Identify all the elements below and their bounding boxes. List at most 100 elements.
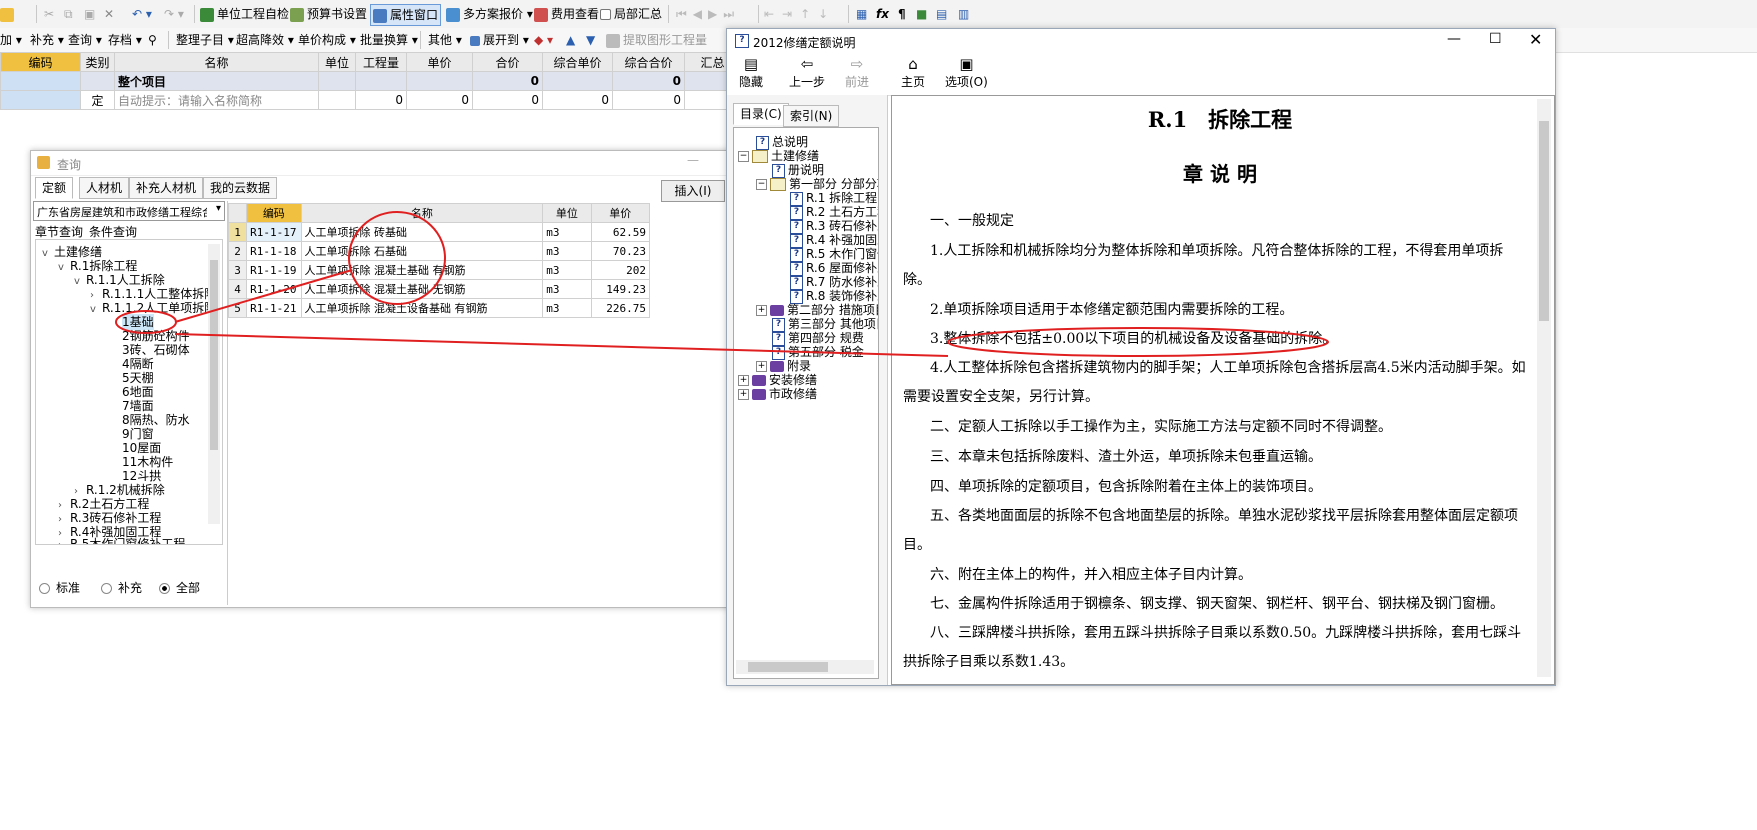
- table-row[interactable]: 1 R1-1-17 人工单项拆除 砖基础 m3 62.59: [227, 222, 651, 242]
- move-down-icon[interactable]: ▼: [586, 30, 595, 50]
- table-row[interactable]: 4 R1-1-20 人工单项拆除 混凝土基础 无钢筋 m3 149.23: [227, 279, 651, 299]
- tab-quota[interactable]: 定额: [35, 177, 74, 199]
- name-cell[interactable]: 人工单项拆除 石基础: [300, 241, 544, 261]
- price-cell[interactable]: 149.23: [590, 279, 651, 299]
- paragraph-icon[interactable]: ¶: [898, 4, 906, 24]
- grid-header[interactable]: 工程量: [355, 52, 407, 72]
- maximize-icon[interactable]: ☐: [1489, 31, 1502, 47]
- tab-labor-material[interactable]: 人材机: [79, 177, 130, 199]
- name-cell[interactable]: 人工单项拆除 砖基础: [300, 222, 544, 242]
- delete-icon[interactable]: ✕: [104, 4, 114, 24]
- tab-index[interactable]: 索引(N): [783, 105, 840, 127]
- code-cell[interactable]: R1-1-19: [246, 260, 302, 280]
- grid-header[interactable]: 编码: [0, 52, 81, 72]
- fill-color-icon[interactable]: ◆ ▾: [534, 30, 553, 50]
- qty-cell[interactable]: 0: [355, 90, 407, 110]
- batch-convert-button[interactable]: 批量换算 ▾: [360, 30, 418, 50]
- toc-scroll-thumb[interactable]: [748, 662, 828, 672]
- organize-button[interactable]: 整理子目 ▾: [176, 30, 234, 50]
- unit-cell[interactable]: m3: [542, 279, 592, 299]
- back-button[interactable]: ⇦ 上一步: [789, 55, 825, 90]
- price-cell[interactable]: 62.59: [590, 222, 651, 242]
- tab-contents[interactable]: 目录(C): [733, 103, 789, 125]
- results-header[interactable]: 名称: [300, 203, 544, 223]
- copy-icon[interactable]: ⧉: [64, 4, 73, 24]
- close-icon[interactable]: ✕: [1529, 30, 1542, 49]
- results-header[interactable]: 单价: [590, 203, 651, 223]
- table-row[interactable]: 3 R1-1-19 人工单项拆除 混凝土基础 有钢筋 m3 202: [227, 260, 651, 280]
- code-cell[interactable]: R1-1-18: [246, 241, 302, 261]
- code-cell[interactable]: R1-1-21: [246, 298, 302, 318]
- insert-button[interactable]: 插入(I): [661, 180, 725, 202]
- name-cell[interactable]: 人工单项拆除 混凝土基础 无钢筋: [300, 279, 544, 299]
- extract-quantity-button[interactable]: 提取图形工程量: [606, 30, 707, 50]
- results-header[interactable]: 编码: [246, 203, 302, 223]
- move-arrows-icon[interactable]: ⇤⇥↑↓: [764, 4, 836, 24]
- nav-first-icon[interactable]: ⏮◀▶⏭: [676, 4, 740, 24]
- table-row[interactable]: 整个项目 0 0: [0, 71, 741, 91]
- add-button[interactable]: 加 ▾: [0, 30, 22, 50]
- multi-quote-button[interactable]: 多方案报价 ▾: [446, 4, 533, 24]
- options-button[interactable]: ▣ 选项(O): [945, 55, 988, 90]
- grid-header[interactable]: 综合合价: [612, 52, 685, 72]
- price-cell[interactable]: 226.75: [590, 298, 651, 318]
- move-up-icon[interactable]: ▲: [566, 30, 575, 50]
- grid-header[interactable]: 单位: [318, 52, 356, 72]
- grid-header[interactable]: 综合单价: [542, 52, 613, 72]
- properties-window-button[interactable]: 属性窗口: [370, 4, 442, 26]
- price-cell[interactable]: 70.23: [590, 241, 651, 261]
- code-cell[interactable]: R1-1-17: [246, 222, 302, 242]
- radio-supplement[interactable]: 补充: [101, 579, 142, 596]
- tree-node[interactable]: ›R.5木作门窗修补工程: [58, 536, 185, 544]
- paste-icon[interactable]: ▣: [84, 4, 95, 24]
- radio-standard[interactable]: 标准: [39, 579, 80, 596]
- partial-summary-checkbox[interactable]: 局部汇总: [600, 4, 662, 24]
- results-header[interactable]: 单位: [542, 203, 592, 223]
- price-cell[interactable]: 0: [406, 90, 473, 110]
- home-button[interactable]: ⌂ 主页: [901, 55, 925, 90]
- other-button[interactable]: 其他 ▾: [428, 30, 462, 50]
- expand-to-button[interactable]: 展开到 ▾: [470, 30, 529, 50]
- formula-icon[interactable]: fx: [876, 4, 889, 24]
- unit-cell[interactable]: m3: [542, 298, 592, 318]
- minimize-icon[interactable]: —: [687, 153, 699, 167]
- redo-icon[interactable]: ↷ ▾: [164, 4, 184, 24]
- code-cell[interactable]: R1-1-20: [246, 279, 302, 299]
- cube-icon[interactable]: ■: [916, 4, 927, 24]
- unit-cell[interactable]: m3: [542, 260, 592, 280]
- grid-header[interactable]: 类别: [80, 52, 115, 72]
- price-cell[interactable]: 202: [590, 260, 651, 280]
- type-cell[interactable]: 定: [80, 90, 115, 110]
- library-select[interactable]: 广东省房屋建筑和市政修缮工程综合 ▾: [33, 201, 225, 221]
- unit-cell[interactable]: m3: [542, 222, 592, 242]
- tab-supplement-material[interactable]: 补充人材机: [129, 177, 204, 199]
- toc-item[interactable]: + 市政修缮: [738, 386, 817, 402]
- cost-view-button[interactable]: 费用查看: [534, 4, 599, 24]
- calculator-icon[interactable]: ▦: [856, 4, 867, 24]
- unit-cell[interactable]: m3: [542, 241, 592, 261]
- unit-check-button[interactable]: 单位工程自检: [200, 4, 289, 24]
- binoculars-icon[interactable]: ⚲: [148, 30, 157, 50]
- budget-settings-button[interactable]: 预算书设置: [290, 4, 367, 24]
- minimize-icon[interactable]: —: [1447, 31, 1461, 47]
- subtab-condition[interactable]: 条件查询: [89, 223, 137, 240]
- layout-icon[interactable]: ▤: [936, 4, 947, 24]
- forward-button[interactable]: ⇨ 前进: [845, 55, 869, 90]
- grid-icon[interactable]: ▥: [958, 4, 969, 24]
- save-button[interactable]: 存档 ▾: [108, 30, 142, 50]
- table-row[interactable]: 5 R1-1-21 人工单项拆除 混凝土设备基础 有钢筋 m3 226.75: [227, 298, 651, 318]
- supplement-button[interactable]: 补充 ▾: [30, 30, 64, 50]
- over-height-button[interactable]: 超高降效 ▾: [236, 30, 294, 50]
- radio-all[interactable]: 全部: [159, 579, 200, 596]
- undo-icon[interactable]: ↶ ▾: [132, 4, 152, 24]
- project-name-cell[interactable]: 整个项目: [114, 71, 319, 91]
- grid-header[interactable]: 单价: [406, 52, 473, 72]
- name-cell[interactable]: 人工单项拆除 混凝土基础 有钢筋: [300, 260, 544, 280]
- folder-icon[interactable]: [0, 4, 17, 24]
- tab-cloud-data[interactable]: 我的云数据: [203, 177, 278, 199]
- name-cell[interactable]: 人工单项拆除 混凝土设备基础 有钢筋: [300, 298, 544, 318]
- cut-icon[interactable]: ✂: [44, 4, 54, 24]
- doc-scroll-thumb[interactable]: [1539, 121, 1549, 321]
- query-button[interactable]: 查询 ▾: [68, 30, 102, 50]
- name-hint-cell[interactable]: 自动提示：请输入名称简称: [114, 90, 319, 110]
